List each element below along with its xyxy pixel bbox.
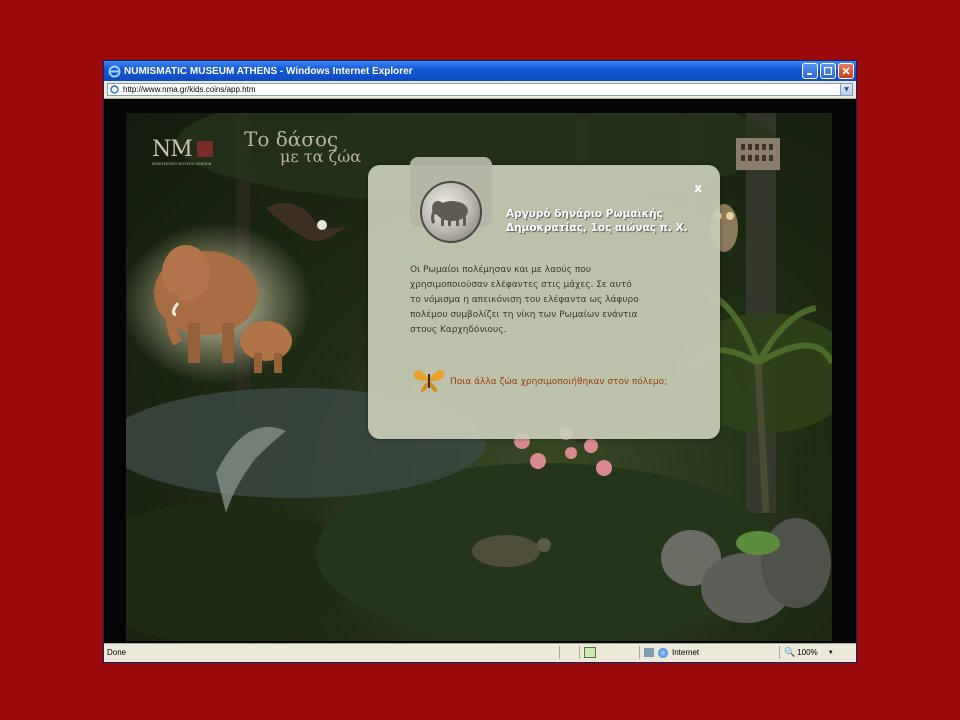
ie-icon [107,64,121,78]
description-line: στους Καρχηδόνιους. [410,325,507,335]
zoom-cell[interactable]: 🔍 100% ▼ [779,646,856,659]
browser-window: NUMISMATIC MUSEUM ATHENS - Windows Inter… [103,60,857,663]
maximize-button[interactable] [820,63,836,79]
zone-label: Internet [672,648,700,657]
zone-cell[interactable]: Internet [639,646,770,659]
description-line: χρησιμοποιούσαν ελέφαντες στις μάχες. Σε… [410,280,632,290]
address-bar: http://www.nma.gr/kids.coins/app.htm ▼ [104,81,856,99]
address-dropdown-icon[interactable]: ▼ [840,84,852,95]
popup-close-button[interactable]: x [694,181,702,195]
description-line: Οι Ρωμαίοι πολέμησαν και με λαούς που [410,265,591,275]
popup-description: Οι Ρωμαίοι πολέμησαν και με λαούς που χρ… [410,263,686,338]
status-cell-empty [559,646,560,659]
page-content: NM ΝΟΜΙΣΜΑΤΙΚΟ ΜΟΥΣΕΙΟ ΑΘΗΝΩΝ Το δάσος μ… [104,99,856,645]
heading-line2: με τα ζώα [280,147,362,166]
window-title: NUMISMATIC MUSEUM ATHENS - Windows Inter… [124,65,413,77]
zoom-icon: 🔍 [784,647,796,657]
title-bar[interactable]: NUMISMATIC MUSEUM ATHENS - Windows Inter… [104,61,856,81]
coin-image [420,181,482,243]
butterfly-icon[interactable] [412,365,446,397]
page-icon [110,85,120,95]
forest-scene: NM ΝΟΜΙΣΜΑΤΙΚΟ ΜΟΥΣΕΙΟ ΑΘΗΝΩΝ Το δάσος μ… [126,113,832,641]
logo-letters: NM [152,137,193,162]
site-heading: Το δάσος με τα ζώα [244,127,361,166]
address-field[interactable]: http://www.nma.gr/kids.coins/app.htm ▼ [107,83,853,96]
status-bar: Done Internet 🔍 100% ▼ [104,643,856,662]
network-icon [584,647,596,658]
security-icon [644,648,654,657]
minimize-button[interactable] [802,63,818,79]
description-line: το νόμισμα η απεικόνιση του ελέφαντα ως … [410,295,639,305]
coin-info-popup: x Αργυρό δηνάριο Ρωμαϊκής Δημοκρατίας, 1… [368,157,720,439]
address-url[interactable]: http://www.nma.gr/kids.coins/app.htm [123,85,256,94]
museum-logo[interactable]: NM ΝΟΜΙΣΜΑΤΙΚΟ ΜΟΥΣΕΙΟ ΑΘΗΝΩΝ [152,137,232,166]
close-button[interactable] [838,63,854,79]
globe-icon [658,647,668,658]
zoom-level: 100% [797,648,818,657]
logo-subtitle: ΝΟΜΙΣΜΑΤΙΚΟ ΜΟΥΣΕΙΟ ΑΘΗΝΩΝ [152,162,212,166]
logo-emblem-icon [196,141,213,157]
status-text: Done [107,648,127,657]
popup-title-line2: Δημοκρατίας, 1ος αιώνας π. Χ. [506,222,688,234]
popup-title-line1: Αργυρό δηνάριο Ρωμαϊκής [506,208,663,220]
other-animals-link[interactable]: Ποια άλλα ζώα χρησιμοποιήθηκαν στον πόλε… [450,377,667,387]
popup-title: Αργυρό δηνάριο Ρωμαϊκής Δημοκρατίας, 1ος… [506,207,706,235]
zoom-dropdown-icon[interactable]: ▼ [828,650,834,656]
description-line: πολέμου συμβολίζει τη νίκη των Ρωμαίων ε… [410,310,638,320]
